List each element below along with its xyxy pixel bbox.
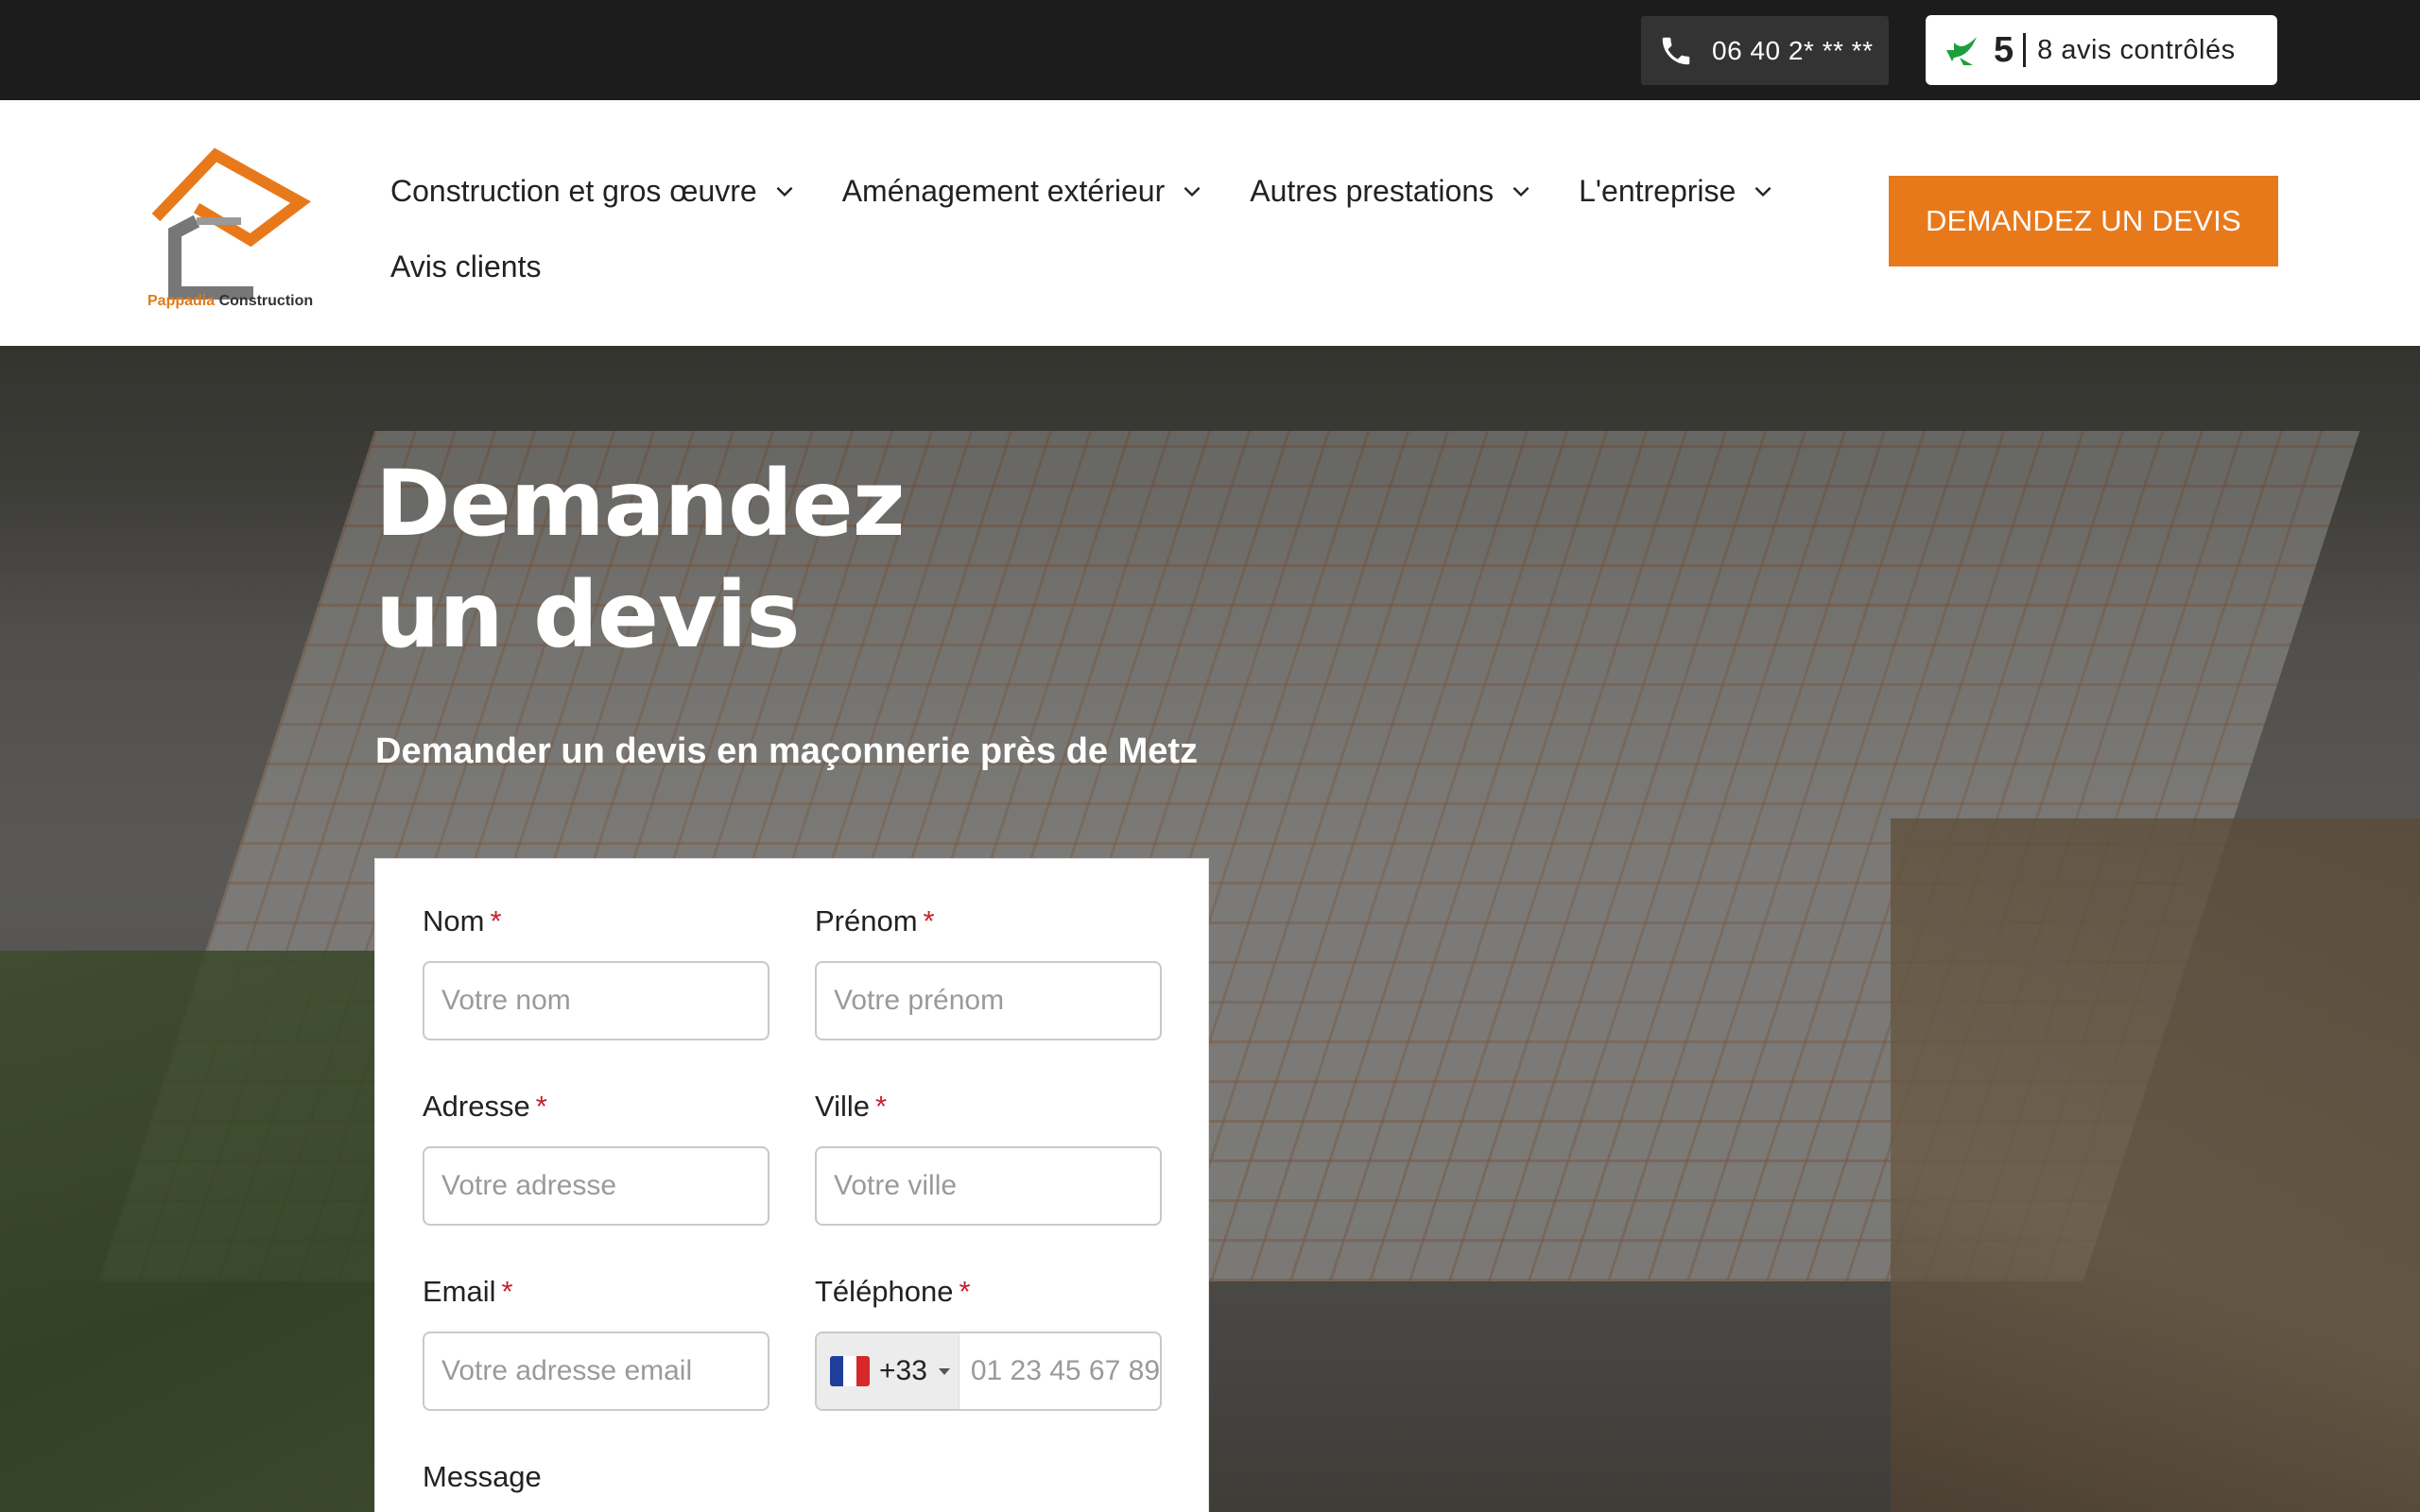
nav-label: L'entreprise: [1579, 173, 1737, 208]
ville-input[interactable]: Votre ville: [815, 1146, 1162, 1226]
field-email: Email * Votre adresse email: [423, 1275, 769, 1411]
top-bar: 06 40 2* ** ** 5 8 avis contrôlés: [0, 0, 2420, 100]
site-header: Pappadia Construction Construction et gr…: [0, 100, 2420, 346]
hero-section: Demandez un devis Demander un devis en m…: [0, 346, 2420, 1512]
logo-text: Pappadia Construction: [147, 293, 314, 309]
chevron-down-icon: [1754, 186, 1772, 198]
chevron-down-icon: [1512, 186, 1530, 198]
field-ville: Ville * Votre ville: [815, 1090, 1162, 1226]
nav-label: Construction et gros œuvre: [390, 173, 757, 208]
logo[interactable]: [142, 127, 331, 316]
country-code-select[interactable]: +33: [817, 1333, 959, 1409]
phone-icon: [1657, 32, 1695, 70]
nav-item-avis[interactable]: Avis clients: [390, 249, 541, 284]
email-input[interactable]: Votre adresse email: [423, 1332, 769, 1411]
telephone-input[interactable]: +33 01 23 45 67 89: [815, 1332, 1162, 1411]
nav-item-amenagement[interactable]: Aménagement extérieur: [842, 174, 1205, 209]
hero-bg-grass: [0, 951, 397, 1512]
nav-label: Avis clients: [390, 249, 542, 284]
quote-form: Nom * Votre nom Prénom * Votre prénom Adre…: [374, 858, 1209, 1512]
page-title: Demandez un devis: [375, 451, 906, 668]
rating-score: 5: [1994, 29, 2014, 70]
field-telephone: Téléphone * +33 01 23 45 67 89: [815, 1275, 1162, 1411]
france-flag-icon: [830, 1356, 870, 1386]
field-label: Ville *: [815, 1090, 888, 1123]
field-label: Prénom *: [815, 904, 935, 937]
field-message: Message: [423, 1460, 542, 1502]
adresse-input[interactable]: Votre adresse: [423, 1146, 769, 1226]
message-label: Message: [423, 1460, 542, 1493]
chevron-down-icon: [776, 186, 793, 198]
nav-label: Autres prestations: [1250, 173, 1495, 208]
nom-input[interactable]: Votre nom: [423, 961, 769, 1040]
field-label: Adresse *: [423, 1090, 547, 1123]
dial-code: +33: [879, 1355, 927, 1386]
hero-bg-dirt: [1891, 818, 2420, 1512]
caret-down-icon: [938, 1367, 950, 1375]
field-label: Nom *: [423, 904, 502, 937]
phone-number: 06 40 2* ** **: [1712, 35, 1874, 65]
field-nom: Nom * Votre nom: [423, 904, 769, 1040]
field-label: Téléphone *: [815, 1275, 971, 1308]
reviews-badge[interactable]: 5 8 avis contrôlés: [1926, 15, 2277, 85]
field-label: Email *: [423, 1275, 513, 1308]
field-adresse: Adresse * Votre adresse: [423, 1090, 769, 1226]
phone-link[interactable]: 06 40 2* ** **: [1641, 16, 1889, 85]
main-nav: Construction et gros œuvre Aménagement e…: [390, 157, 1808, 301]
field-prenom: Prénom * Votre prénom: [815, 904, 1162, 1040]
prenom-input[interactable]: Votre prénom: [815, 961, 1162, 1040]
rating-count: 8 avis contrôlés: [2037, 34, 2236, 65]
telephone-placeholder: 01 23 45 67 89: [970, 1355, 1160, 1386]
nav-item-entreprise[interactable]: L'entreprise: [1579, 174, 1775, 209]
nav-item-autres[interactable]: Autres prestations: [1250, 174, 1533, 209]
page-subtitle: Demander un devis en maçonnerie près de …: [375, 731, 1199, 771]
chevron-down-icon: [1184, 186, 1201, 198]
nav-label: Aménagement extérieur: [841, 173, 1166, 208]
divider: [2023, 33, 2027, 67]
nav-item-construction[interactable]: Construction et gros œuvre: [390, 174, 797, 209]
request-quote-button[interactable]: DEMANDEZ UN DEVIS: [1889, 176, 2278, 266]
star-logo-icon: [1941, 29, 1982, 71]
